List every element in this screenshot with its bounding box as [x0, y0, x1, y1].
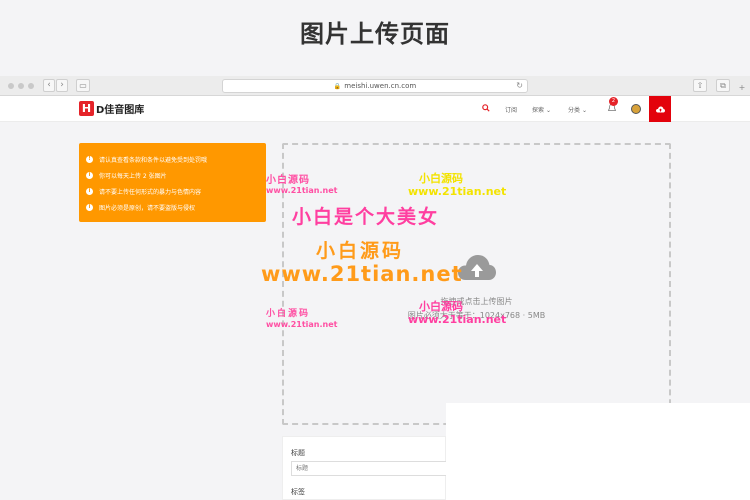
close-dot[interactable] — [8, 83, 14, 89]
site-header: H D佳音图库 订阅 探索 ⌄ 分类 ⌄ — [0, 96, 750, 122]
notice-item: i 图片必须是原创，请不要盗版与侵权 — [86, 199, 259, 215]
info-icon: i — [86, 203, 93, 211]
watermark-title: 小白是个大美女 — [292, 206, 440, 228]
watermark-text: 小白源码 — [316, 240, 405, 262]
lock-icon: 🔒 — [333, 83, 342, 90]
search-icon[interactable] — [482, 104, 490, 112]
title-input[interactable] — [291, 461, 451, 476]
nav-explore-label: 探索 — [532, 107, 545, 114]
watermark-text: 小白源码 — [266, 175, 310, 186]
watermark-url: www.21tian.net — [408, 313, 507, 326]
notice-item: ! 请认真查看条款和条件以避免受到处罚哦 — [86, 151, 259, 167]
side-panel — [446, 403, 750, 500]
details-form: 标题 标签 — [282, 436, 451, 500]
minimize-dot[interactable] — [18, 83, 24, 89]
warning-icon: ! — [86, 155, 93, 163]
upload-button[interactable] — [649, 96, 671, 122]
browser-toolbar: ‹ › ▭ 🔒 meishi.uwen.cn.com ↻ ⇧ ⧉ + — [0, 76, 750, 96]
logo-text: D佳音图库 — [96, 105, 145, 116]
dropzone-instruction: 拖拽或点击上传图片 — [440, 297, 513, 306]
notice-text: 你可以每天上传 2 张图片 — [99, 172, 167, 180]
watermark-url: www.21tian.net — [266, 186, 338, 195]
chevron-down-icon: ⌄ — [545, 107, 551, 114]
notice-item: i 你可以每天上传 2 张图片 — [86, 167, 259, 183]
tabs-icon[interactable]: ⧉ — [716, 79, 730, 92]
watermark-url: www.21tian.net — [261, 262, 463, 286]
maximize-dot[interactable] — [28, 83, 34, 89]
watermark-text: 小白源码 — [266, 309, 311, 319]
chevron-down-icon: ⌄ — [581, 107, 587, 114]
watermark-url: www.21tian.net — [408, 185, 507, 198]
notice-item: i 请不要上传任何形式的暴力与色情内容 — [86, 183, 259, 199]
cloud-upload-icon — [655, 106, 665, 112]
screenshot: 图片上传页面 ‹ › ▭ 🔒 meishi.uwen.cn.com ↻ ⇧ ⧉ +… — [0, 0, 750, 500]
notice-panel: ! 请认真查看条款和条件以避免受到处罚哦 i 你可以每天上传 2 张图片 i 请… — [79, 143, 266, 222]
new-tab-icon[interactable]: + — [735, 82, 749, 95]
reload-icon[interactable]: ↻ — [516, 80, 523, 92]
nav-category-label: 分类 — [568, 107, 581, 114]
cloud-upload-icon — [458, 255, 496, 280]
page-heading: 图片上传页面 — [300, 20, 450, 48]
watermark-text: 小白源码 — [419, 172, 463, 185]
notice-text: 图片必须是原创，请不要盗版与侵权 — [99, 204, 196, 212]
site-logo[interactable]: H D佳音图库 — [79, 101, 144, 116]
notice-text: 请不要上传任何形式的暴力与色情内容 — [99, 188, 202, 196]
nav-category[interactable]: 分类 ⌄ — [568, 105, 587, 114]
sidebar-icon[interactable]: ▭ — [76, 79, 90, 92]
watermark-text: 小白源码 — [419, 300, 463, 313]
back-button[interactable]: ‹ — [43, 79, 55, 92]
nav-subscribe[interactable]: 订阅 — [505, 105, 517, 114]
notification-badge: 2 — [609, 97, 618, 106]
tags-label: 标签 — [291, 488, 305, 496]
title-label: 标题 — [291, 449, 305, 457]
nav-explore[interactable]: 探索 ⌄ — [532, 105, 551, 114]
forward-button[interactable]: › — [56, 79, 68, 92]
share-icon[interactable]: ⇧ — [693, 79, 707, 92]
avatar[interactable] — [631, 104, 641, 114]
notice-text: 请认真查看条款和条件以避免受到处罚哦 — [99, 156, 208, 164]
info-icon: i — [86, 171, 93, 179]
logo-mark: H — [79, 101, 94, 116]
address-bar[interactable]: 🔒 meishi.uwen.cn.com ↻ — [222, 79, 528, 93]
info-icon: i — [86, 187, 93, 195]
watermark-url: www.21tian.net — [266, 320, 338, 329]
url-text: meishi.uwen.cn.com — [344, 82, 417, 90]
